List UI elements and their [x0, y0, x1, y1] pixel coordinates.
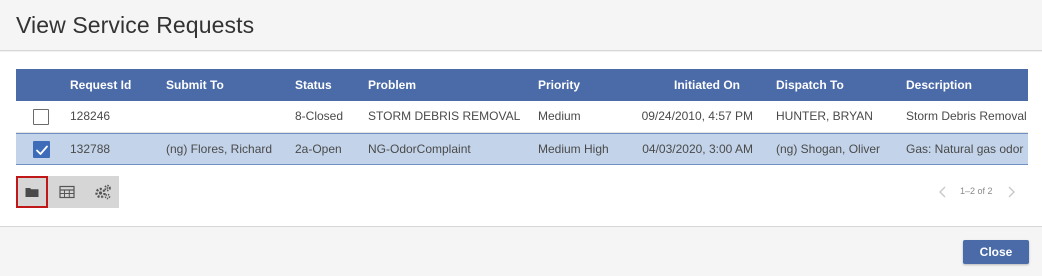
cell-description: Storm Debris Removal: [906, 109, 1027, 123]
settings-button[interactable]: [86, 176, 118, 208]
dialog-body: Request Id Submit To Status Problem Prio…: [0, 52, 1042, 226]
checkmark-icon: [36, 145, 48, 155]
cell-status: 8-Closed: [295, 109, 344, 123]
cell-priority: Medium: [538, 109, 581, 123]
table-row-selected[interactable]: 132788 (ng) Flores, Richard 2a-Open NG-O…: [16, 133, 1028, 165]
cell-description: Gas: Natural gas odor: [906, 142, 1024, 156]
pager-prev-button[interactable]: [936, 184, 950, 200]
column-header-status[interactable]: Status: [295, 69, 360, 101]
column-header-description[interactable]: Description: [906, 69, 1028, 101]
pager-range-text: 1–2 of 2: [960, 186, 993, 196]
dialog-header: View Service Requests: [0, 0, 1042, 51]
table-row[interactable]: 128246 8-Closed STORM DEBRIS REMOVAL Med…: [16, 101, 1028, 133]
gears-icon: [95, 184, 111, 200]
cell-request-id: 128246: [70, 109, 111, 123]
row-checkbox[interactable]: [33, 109, 49, 125]
cell-submit-to: [166, 101, 286, 133]
table-view-button[interactable]: [51, 176, 83, 208]
column-header-submit-to[interactable]: Submit To: [166, 69, 286, 101]
folder-button[interactable]: [16, 176, 48, 208]
table-icon: [59, 185, 75, 199]
row-checkbox-checked[interactable]: [33, 141, 50, 158]
grid-toolbar: [16, 176, 119, 208]
service-requests-table: Request Id Submit To Status Problem Prio…: [16, 69, 1028, 166]
dialog-footer: Close: [0, 226, 1042, 276]
cell-priority: Medium High: [538, 142, 609, 156]
table-header: Request Id Submit To Status Problem Prio…: [16, 69, 1028, 101]
column-header-priority[interactable]: Priority: [538, 69, 628, 101]
cell-problem: NG-OdorComplaint: [368, 142, 471, 156]
column-header-dispatch-to[interactable]: Dispatch To: [776, 69, 901, 101]
cell-dispatch-to: HUNTER, BRYAN: [776, 109, 873, 123]
cell-initiated-on: 09/24/2010, 4:57 PM: [641, 109, 753, 123]
pager-next-button[interactable]: [1004, 184, 1018, 200]
column-header-initiated-on[interactable]: Initiated On: [626, 69, 740, 101]
column-header-problem[interactable]: Problem: [368, 69, 528, 101]
cell-dispatch-to: (ng) Shogan, Oliver: [776, 142, 881, 156]
cell-request-id: 132788: [70, 142, 111, 156]
chevron-right-icon: [1008, 186, 1015, 198]
chevron-left-icon: [939, 186, 946, 198]
folder-icon: [25, 188, 39, 197]
column-header-request-id[interactable]: Request Id: [70, 69, 160, 101]
dialog-title: View Service Requests: [16, 12, 255, 38]
cell-initiated-on: 04/03/2020, 3:00 AM: [642, 142, 753, 156]
close-button[interactable]: Close: [963, 240, 1029, 264]
pager: 1–2 of 2: [936, 182, 1020, 202]
cell-problem: STORM DEBRIS REMOVAL: [368, 109, 521, 123]
cell-submit-to: (ng) Flores, Richard: [166, 142, 273, 156]
cell-status: 2a-Open: [295, 142, 342, 156]
